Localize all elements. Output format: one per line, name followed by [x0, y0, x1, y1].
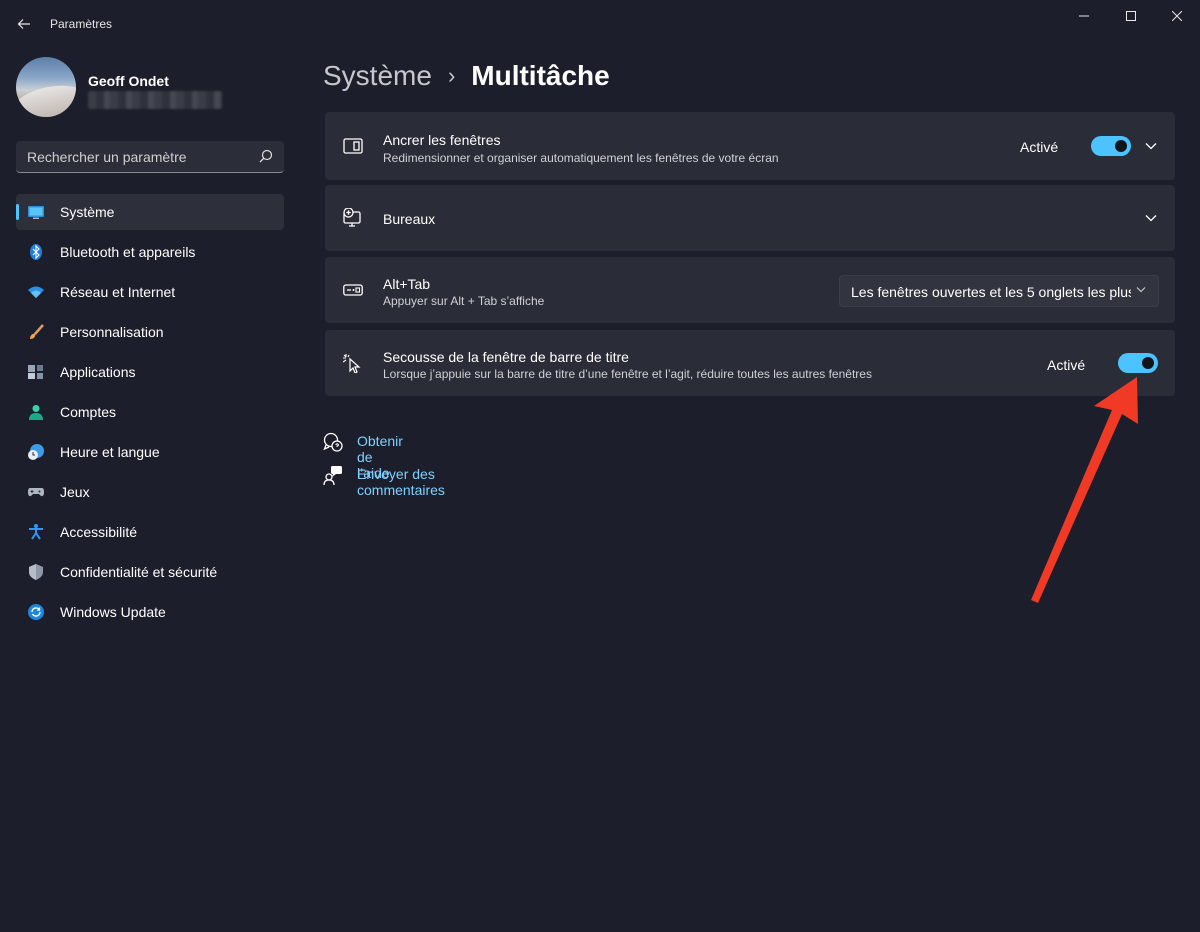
- dropdown-selected-value: Les fenêtres ouvertes et les 5 onglets l…: [851, 284, 1131, 300]
- chevron-down-icon: [1145, 143, 1157, 150]
- setting-title: Bureaux: [383, 211, 436, 227]
- arrow-left-icon: [17, 19, 30, 29]
- sidebar-item-heure[interactable]: Heure et langue: [16, 434, 284, 470]
- setting-snap-windows[interactable]: Ancrer les fenêtres Redimensionner et or…: [325, 112, 1175, 180]
- app-title: Paramètres: [50, 17, 113, 31]
- page-title: Multitâche: [471, 60, 610, 91]
- toggle-state-label: Activé: [1047, 357, 1086, 373]
- setting-title-bar-shake: Secousse de la fenêtre de barre de titre…: [325, 330, 1175, 396]
- title-bar: Paramètres: [0, 0, 1200, 48]
- expand-button[interactable]: [1141, 136, 1161, 156]
- sidebar-item-comptes[interactable]: Comptes: [16, 394, 284, 430]
- display-icon: [28, 206, 44, 219]
- wifi-icon: [28, 286, 44, 298]
- sidebar-item-label: Accessibilité: [60, 524, 138, 540]
- sidebar-item-systeme[interactable]: Système: [16, 194, 284, 230]
- gamepad-icon: [28, 488, 44, 497]
- sidebar-item-label: Jeux: [60, 484, 90, 500]
- sidebar-item-label: Windows Update: [60, 604, 166, 620]
- chevron-down-icon: [1136, 287, 1146, 293]
- bluetooth-icon: [30, 244, 42, 260]
- search-icon[interactable]: [259, 149, 273, 163]
- sidebar-item-label: Heure et langue: [60, 444, 160, 460]
- setting-title: Alt+Tab: [383, 276, 431, 292]
- maximize-icon: [1126, 11, 1136, 21]
- sidebar-item-label: Confidentialité et sécurité: [60, 564, 218, 580]
- chevron-down-icon: [1145, 215, 1157, 222]
- sidebar-item-label: Bluetooth et appareils: [60, 244, 196, 260]
- toggle-state-label: Activé: [1020, 139, 1059, 155]
- user-profile[interactable]: Geoff Ondet: [16, 57, 286, 117]
- shake-toggle[interactable]: [1118, 353, 1158, 373]
- setting-desktops[interactable]: Bureaux: [325, 185, 1175, 251]
- help-chat-icon: [323, 432, 343, 452]
- setting-description: Redimensionner et organiser automatiquem…: [383, 151, 779, 165]
- virtual-desktop-icon: [343, 208, 361, 227]
- sidebar-item-label: Réseau et Internet: [60, 284, 176, 300]
- profile-name: Geoff Ondet: [88, 73, 169, 89]
- breadcrumb-parent[interactable]: Système: [323, 60, 432, 92]
- setting-title: Ancrer les fenêtres: [383, 132, 501, 148]
- minimize-icon: [1079, 15, 1089, 17]
- sidebar-item-accessibilite[interactable]: Accessibilité: [16, 514, 284, 550]
- clock-globe-icon: [28, 444, 44, 460]
- sidebar-item-confidentialite[interactable]: Confidentialité et sécurité: [16, 554, 284, 590]
- sidebar-item-reseau[interactable]: Réseau et Internet: [16, 274, 284, 310]
- snap-layout-icon: [343, 138, 363, 154]
- minimize-button[interactable]: [1061, 4, 1107, 28]
- sidebar-item-label: Applications: [60, 364, 136, 380]
- maximize-button[interactable]: [1108, 4, 1154, 28]
- sidebar-item-label: Personnalisation: [60, 324, 164, 340]
- profile-email-redacted: [88, 91, 222, 109]
- accessibility-icon: [29, 524, 43, 540]
- avatar: [16, 57, 76, 117]
- sidebar-item-label: Comptes: [60, 404, 117, 420]
- sidebar-item-applications[interactable]: Applications: [16, 354, 284, 390]
- search-input[interactable]: [16, 141, 256, 172]
- update-icon: [28, 604, 44, 620]
- link-label[interactable]: Envoyer des commentaires: [357, 466, 445, 498]
- search-box[interactable]: [16, 141, 284, 173]
- snap-toggle[interactable]: [1091, 136, 1131, 156]
- back-button[interactable]: [10, 10, 38, 38]
- sidebar-nav: Système Bluetooth et appareils Réseau et…: [16, 194, 284, 634]
- brush-icon: [30, 324, 44, 339]
- alt-tab-dropdown[interactable]: Les fenêtres ouvertes et les 5 onglets l…: [839, 275, 1159, 307]
- feedback-icon: [323, 466, 342, 485]
- keyboard-alt-tab-icon: [343, 284, 363, 296]
- shield-icon: [29, 564, 43, 580]
- setting-description: Appuyer sur Alt + Tab s’affiche: [383, 294, 545, 308]
- sidebar-item-bluetooth[interactable]: Bluetooth et appareils: [16, 234, 284, 270]
- person-icon: [29, 405, 43, 420]
- expand-button[interactable]: [1141, 208, 1161, 228]
- close-button[interactable]: [1154, 4, 1200, 28]
- setting-description: Lorsque j’appuie sur la barre de titre d…: [383, 367, 872, 381]
- close-icon: [1172, 11, 1182, 21]
- sidebar-item-windows-update[interactable]: Windows Update: [16, 594, 284, 630]
- breadcrumb: Système › Multitâche: [323, 58, 610, 94]
- setting-title: Secousse de la fenêtre de barre de titre: [383, 349, 629, 365]
- sidebar-item-jeux[interactable]: Jeux: [16, 474, 284, 510]
- sidebar-item-personnalisation[interactable]: Personnalisation: [16, 314, 284, 350]
- sidebar-item-label: Système: [60, 204, 115, 220]
- setting-alt-tab: Alt+Tab Appuyer sur Alt + Tab s’affiche …: [325, 257, 1175, 323]
- breadcrumb-separator: ›: [447, 63, 456, 88]
- apps-icon: [28, 365, 43, 379]
- shake-cursor-icon: [343, 354, 361, 373]
